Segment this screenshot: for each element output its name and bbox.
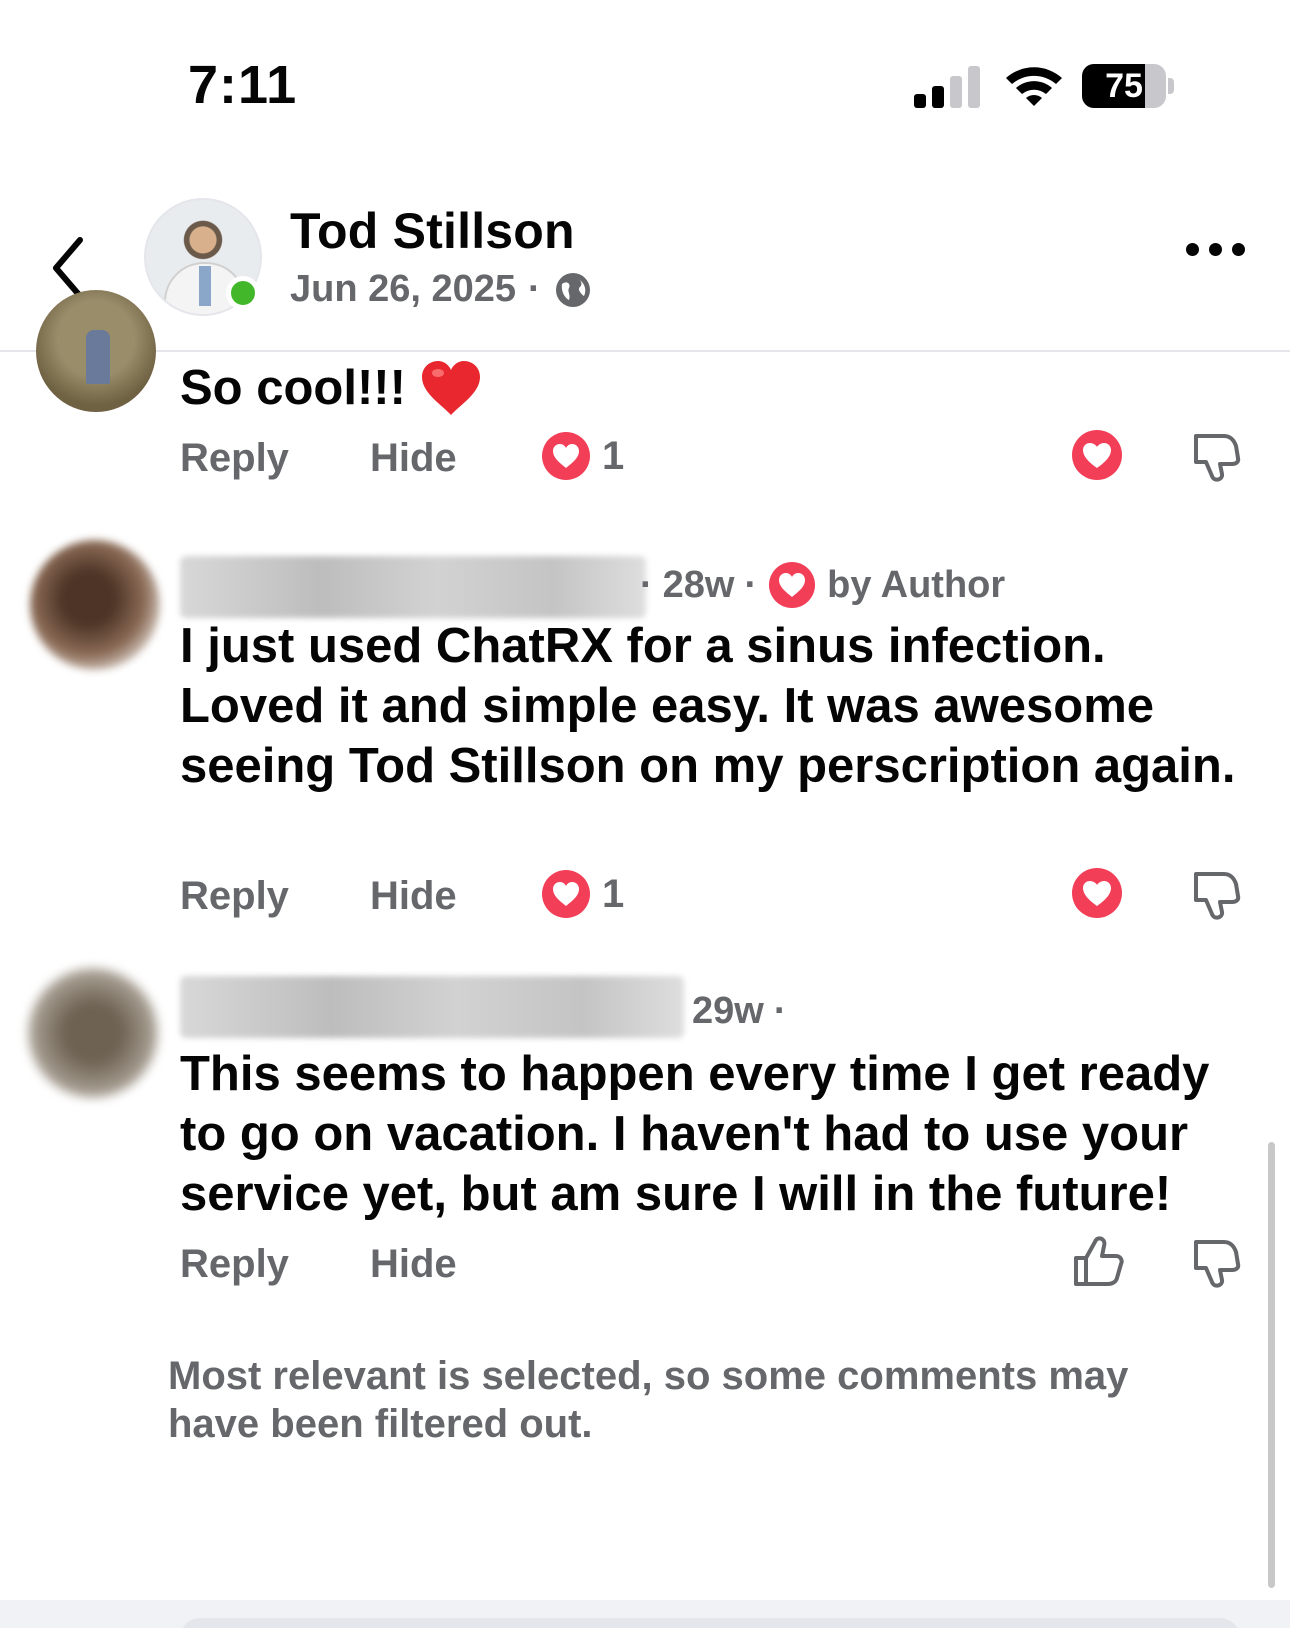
cellular-signal-icon — [914, 64, 980, 108]
reaction-summary[interactable]: 1 — [540, 430, 624, 482]
reaction-count: 1 — [602, 433, 625, 478]
online-status-dot — [226, 276, 260, 310]
post-date: Jun 26, 2025 — [290, 268, 517, 310]
comment-body: So cool!!! — [180, 361, 406, 415]
commenter-avatar[interactable] — [30, 540, 160, 670]
comment-actions: Reply Hide 1 — [180, 868, 1260, 924]
comment-time: 29w — [692, 990, 764, 1032]
status-time: 7:11 — [188, 55, 298, 115]
heart-icon — [542, 870, 590, 918]
redacted-commenter-name — [180, 976, 684, 1038]
more-icon — [1186, 242, 1199, 256]
meta-separator: · — [528, 268, 541, 310]
post-meta: Jun 26, 2025 · — [290, 268, 593, 311]
heart-icon[interactable] — [1070, 428, 1124, 482]
reply-button[interactable]: Reply — [180, 436, 289, 481]
thumbs-down-icon[interactable] — [1190, 866, 1244, 922]
comment-meta: 29w · — [692, 990, 787, 1032]
profile-name[interactable]: Tod Stillson — [290, 202, 575, 260]
thumbs-down-icon[interactable] — [1190, 1234, 1244, 1290]
status-bar: 7:11 75 — [0, 0, 1290, 180]
scrollbar[interactable] — [1268, 1142, 1275, 1588]
redacted-commenter-name — [180, 556, 646, 618]
battery-icon: 75 — [1082, 64, 1174, 108]
hide-button[interactable]: Hide — [370, 436, 457, 481]
more-options-button[interactable] — [1186, 234, 1250, 264]
globe-icon — [555, 272, 590, 307]
filter-notice: Most relevant is selected, so some comme… — [168, 1354, 1129, 1446]
wifi-icon — [1006, 67, 1062, 106]
comment-time: 28w — [662, 563, 735, 606]
reply-button[interactable]: Reply — [180, 874, 289, 919]
comment-actions: Reply Hide 1 — [180, 430, 1260, 486]
hide-button[interactable]: Hide — [370, 1242, 457, 1287]
battery-level: 75 — [1105, 67, 1143, 105]
comment-meta: · 28w · by Author — [640, 560, 1005, 610]
red-heart-emoji-icon — [421, 361, 480, 415]
hide-button[interactable]: Hide — [370, 874, 457, 919]
comment-text: So cool!!! — [180, 358, 1260, 418]
thumbs-up-icon[interactable] — [1070, 1234, 1126, 1290]
reaction-summary[interactable]: 1 — [540, 868, 624, 920]
thumbs-down-icon[interactable] — [1190, 428, 1244, 484]
heart-icon[interactable] — [1070, 866, 1124, 920]
author-badge: by Author — [827, 563, 1006, 606]
post-header: Tod Stillson Jun 26, 2025 · — [0, 180, 1290, 352]
comment-text: I just used ChatRX for a sinus infection… — [180, 619, 1236, 793]
comment-composer[interactable] — [180, 1618, 1240, 1628]
comment-text: This seems to happen every time I get re… — [180, 1047, 1210, 1221]
reply-button[interactable]: Reply — [180, 1242, 289, 1287]
comment-actions: Reply Hide — [180, 1236, 1260, 1292]
reaction-count: 1 — [602, 871, 625, 916]
author-heart-icon — [769, 562, 816, 608]
commenter-avatar[interactable] — [28, 968, 158, 1098]
commenter-avatar[interactable] — [36, 290, 156, 412]
heart-icon — [542, 432, 590, 480]
